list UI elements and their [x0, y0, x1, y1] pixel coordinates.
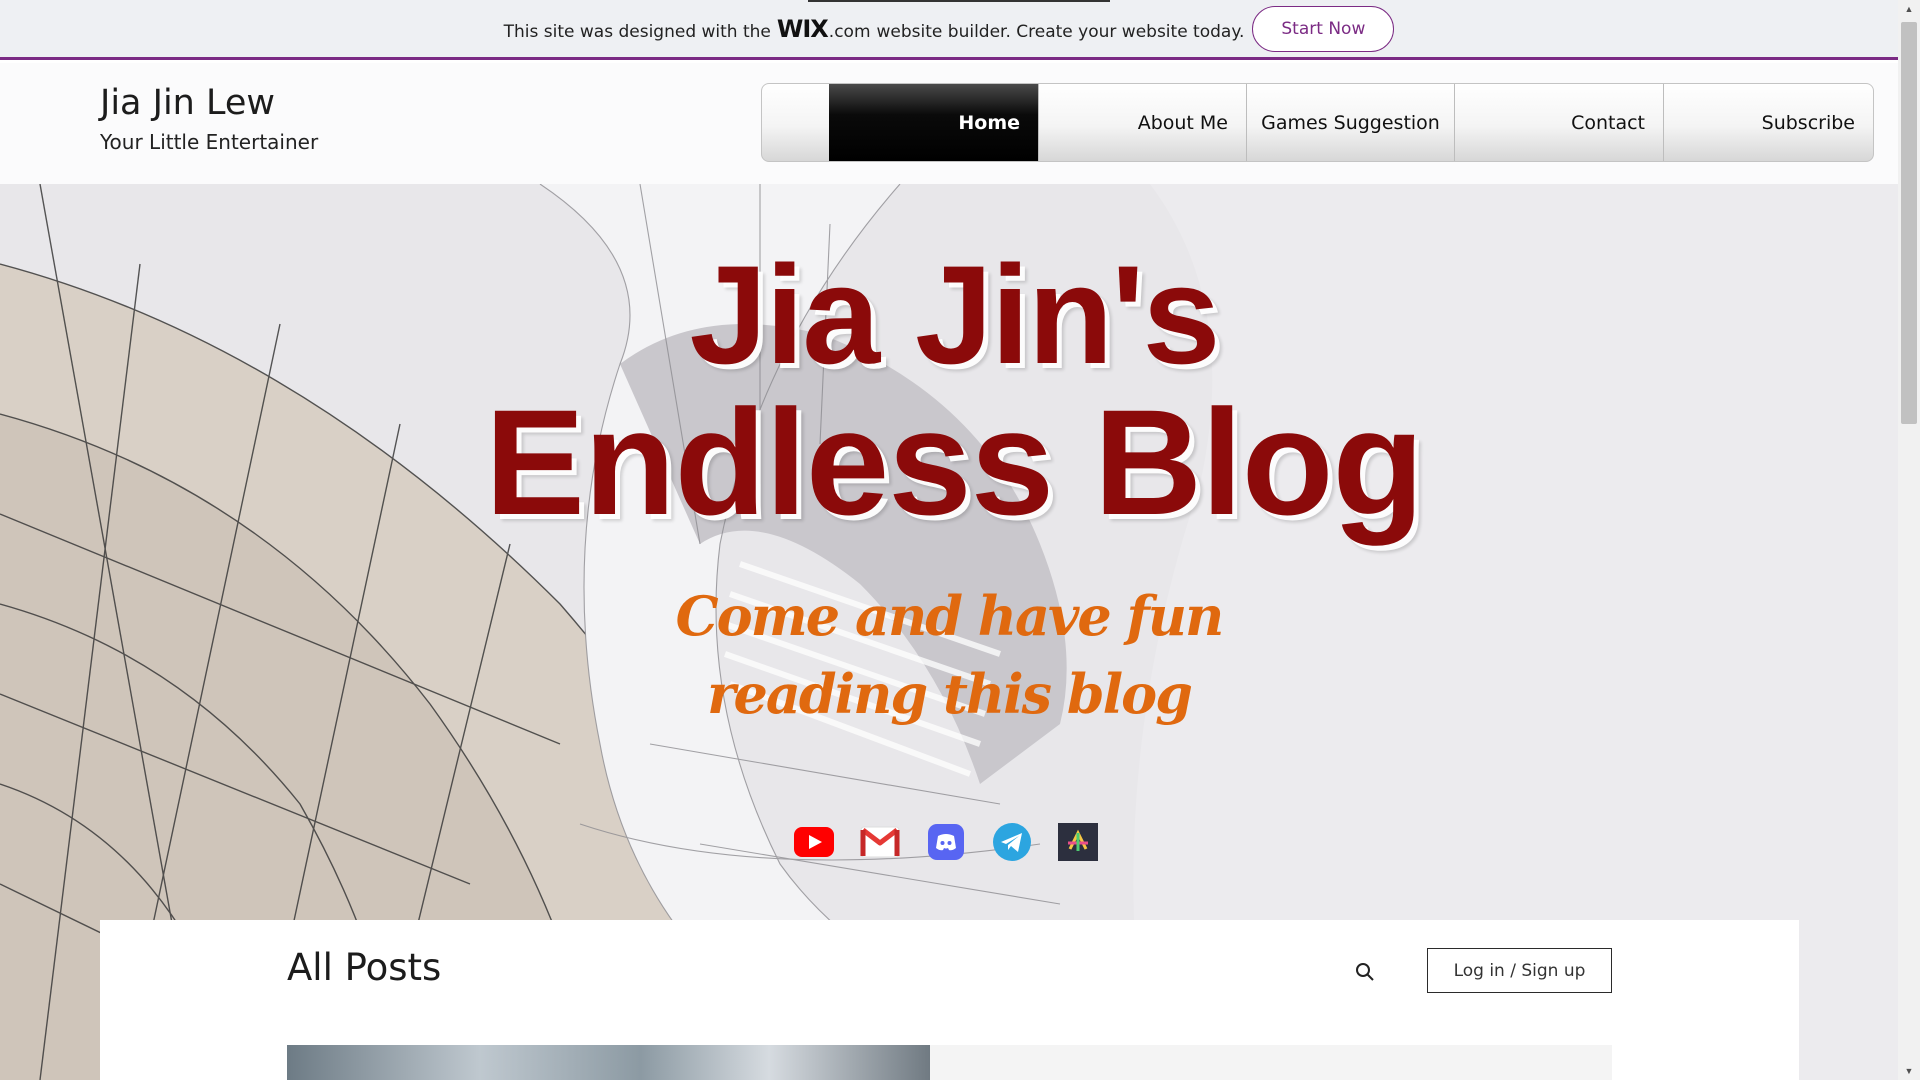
main-nav: Home About Me Games Suggestion Contact S…: [761, 83, 1874, 162]
nav-item-about-me[interactable]: About Me: [1038, 84, 1246, 161]
nav-item-home[interactable]: Home: [829, 84, 1038, 161]
blog-panel: All Posts Log in / Sign up: [100, 920, 1799, 1080]
scrollbar-thumb[interactable]: [1901, 22, 1917, 424]
start-now-button[interactable]: Start Now: [1252, 5, 1395, 52]
login-signup-button[interactable]: Log in / Sign up: [1427, 948, 1612, 993]
wix-banner-text-after: website builder. Create your website tod…: [876, 21, 1245, 42]
discord-icon[interactable]: [926, 822, 966, 862]
hero-title-line2: Endless Blog: [484, 378, 1424, 546]
site-header: Jia Jin Lew Your Little Entertainer Home…: [0, 63, 1898, 184]
page-scrollbar[interactable]: ▲ ▼: [1898, 0, 1920, 1080]
banner-notch: [808, 0, 1110, 2]
hero-subtitle-line1: Come and have fun: [675, 584, 1225, 648]
wix-banner-text-before: This site was designed with the: [503, 21, 771, 42]
site-title[interactable]: Jia Jin Lew: [100, 83, 275, 123]
post-card[interactable]: [930, 1045, 1612, 1080]
wix-logo: WIX: [776, 14, 829, 43]
post-thumbnail-image[interactable]: [287, 1045, 930, 1080]
wix-banner-text: This site was designed with the WIX .com …: [504, 15, 1245, 43]
wix-logo-tail: .com: [828, 21, 871, 42]
search-icon[interactable]: [1353, 960, 1377, 984]
nav-item-games-suggestion[interactable]: Games Suggestion: [1246, 84, 1454, 161]
scroll-down-arrow-icon[interactable]: ▼: [1898, 1062, 1920, 1080]
social-links: [794, 822, 1098, 862]
site-tagline: Your Little Entertainer: [100, 130, 319, 154]
gmail-icon[interactable]: [860, 822, 900, 862]
scroll-up-arrow-icon[interactable]: ▲: [1898, 0, 1920, 18]
hero-title-line1: Jia Jin's: [689, 236, 1221, 393]
app-icon[interactable]: [1058, 822, 1098, 862]
all-posts-heading: All Posts: [287, 946, 442, 989]
hero-subtitle-line2: reading this blog: [707, 662, 1193, 726]
wix-banner: This site was designed with the WIX .com …: [0, 0, 1898, 60]
telegram-icon[interactable]: [992, 822, 1032, 862]
youtube-icon[interactable]: [794, 822, 834, 862]
nav-item-subscribe[interactable]: Subscribe: [1663, 84, 1873, 161]
nav-item-contact[interactable]: Contact: [1454, 84, 1663, 161]
